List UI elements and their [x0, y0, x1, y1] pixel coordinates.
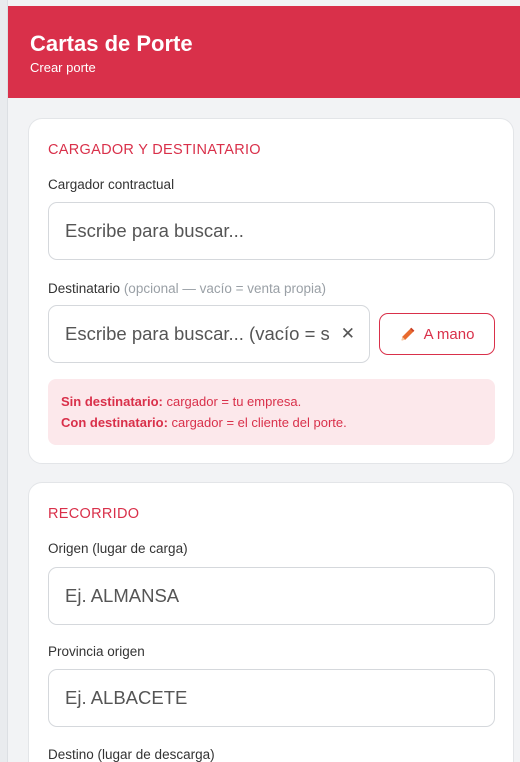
origen-input[interactable]: Ej. ALMANSA: [48, 567, 495, 625]
section-title-recorrido: RECORRIDO: [48, 506, 140, 522]
page-title: Cartas de Porte: [30, 31, 193, 56]
cargador-label: Cargador contractual: [48, 177, 175, 192]
page-subtitle: Crear porte: [30, 60, 96, 75]
provincia-origen-label: Provincia origen: [48, 644, 145, 659]
destinatario-hint: (opcional — vacío = venta propia): [123, 281, 327, 296]
origen-label: Origen (lugar de carga): [48, 541, 188, 556]
origen-placeholder: Ej. ALMANSA: [65, 585, 180, 606]
a-mano-button[interactable]: A mano: [379, 313, 495, 355]
card-recorrido: RECORRIDO Origen (lugar de carga) Ej. AL…: [28, 482, 514, 762]
provincia-origen-input[interactable]: Ej. ALBACETE: [48, 669, 495, 727]
info-line-con: Con destinatario: cargador = el cliente …: [61, 412, 482, 433]
destinatario-search-input[interactable]: Escribe para buscar... (vacío = s ✕: [48, 305, 370, 363]
card-cargador-destinatario: CARGADOR Y DESTINATARIO Cargador contrac…: [28, 118, 514, 464]
destino-label: Destino (lugar de descarga): [48, 747, 215, 762]
app-header: Cartas de Porte Crear porte: [8, 6, 520, 98]
destinatario-label: Destinatario (opcional — vacío = venta p…: [48, 281, 326, 296]
a-mano-label: A mano: [423, 325, 475, 343]
clear-icon[interactable]: ✕: [338, 324, 355, 344]
cargador-placeholder: Escribe para buscar...: [65, 220, 244, 241]
info-con-text: cargador = el cliente del porte.: [167, 415, 347, 430]
info-con-bold: Con destinatario:: [61, 415, 168, 430]
info-line-sin: Sin destinatario: cargador = tu empresa.: [61, 391, 482, 412]
info-sin-bold: Sin destinatario:: [61, 394, 163, 409]
section-title-cargador: CARGADOR Y DESTINATARIO: [48, 142, 261, 158]
cargador-search-input[interactable]: Escribe para buscar...: [48, 202, 495, 260]
provincia-placeholder: Ej. ALBACETE: [65, 687, 188, 708]
destinatario-label-text: Destinatario: [48, 281, 121, 296]
pencil-icon: [401, 327, 414, 341]
left-rail: [0, 0, 8, 762]
info-sin-text: cargador = tu empresa.: [162, 394, 302, 409]
destinatario-placeholder: Escribe para buscar... (vacío = s: [65, 323, 330, 344]
destinatario-info-box: Sin destinatario: cargador = tu empresa.…: [48, 379, 495, 445]
